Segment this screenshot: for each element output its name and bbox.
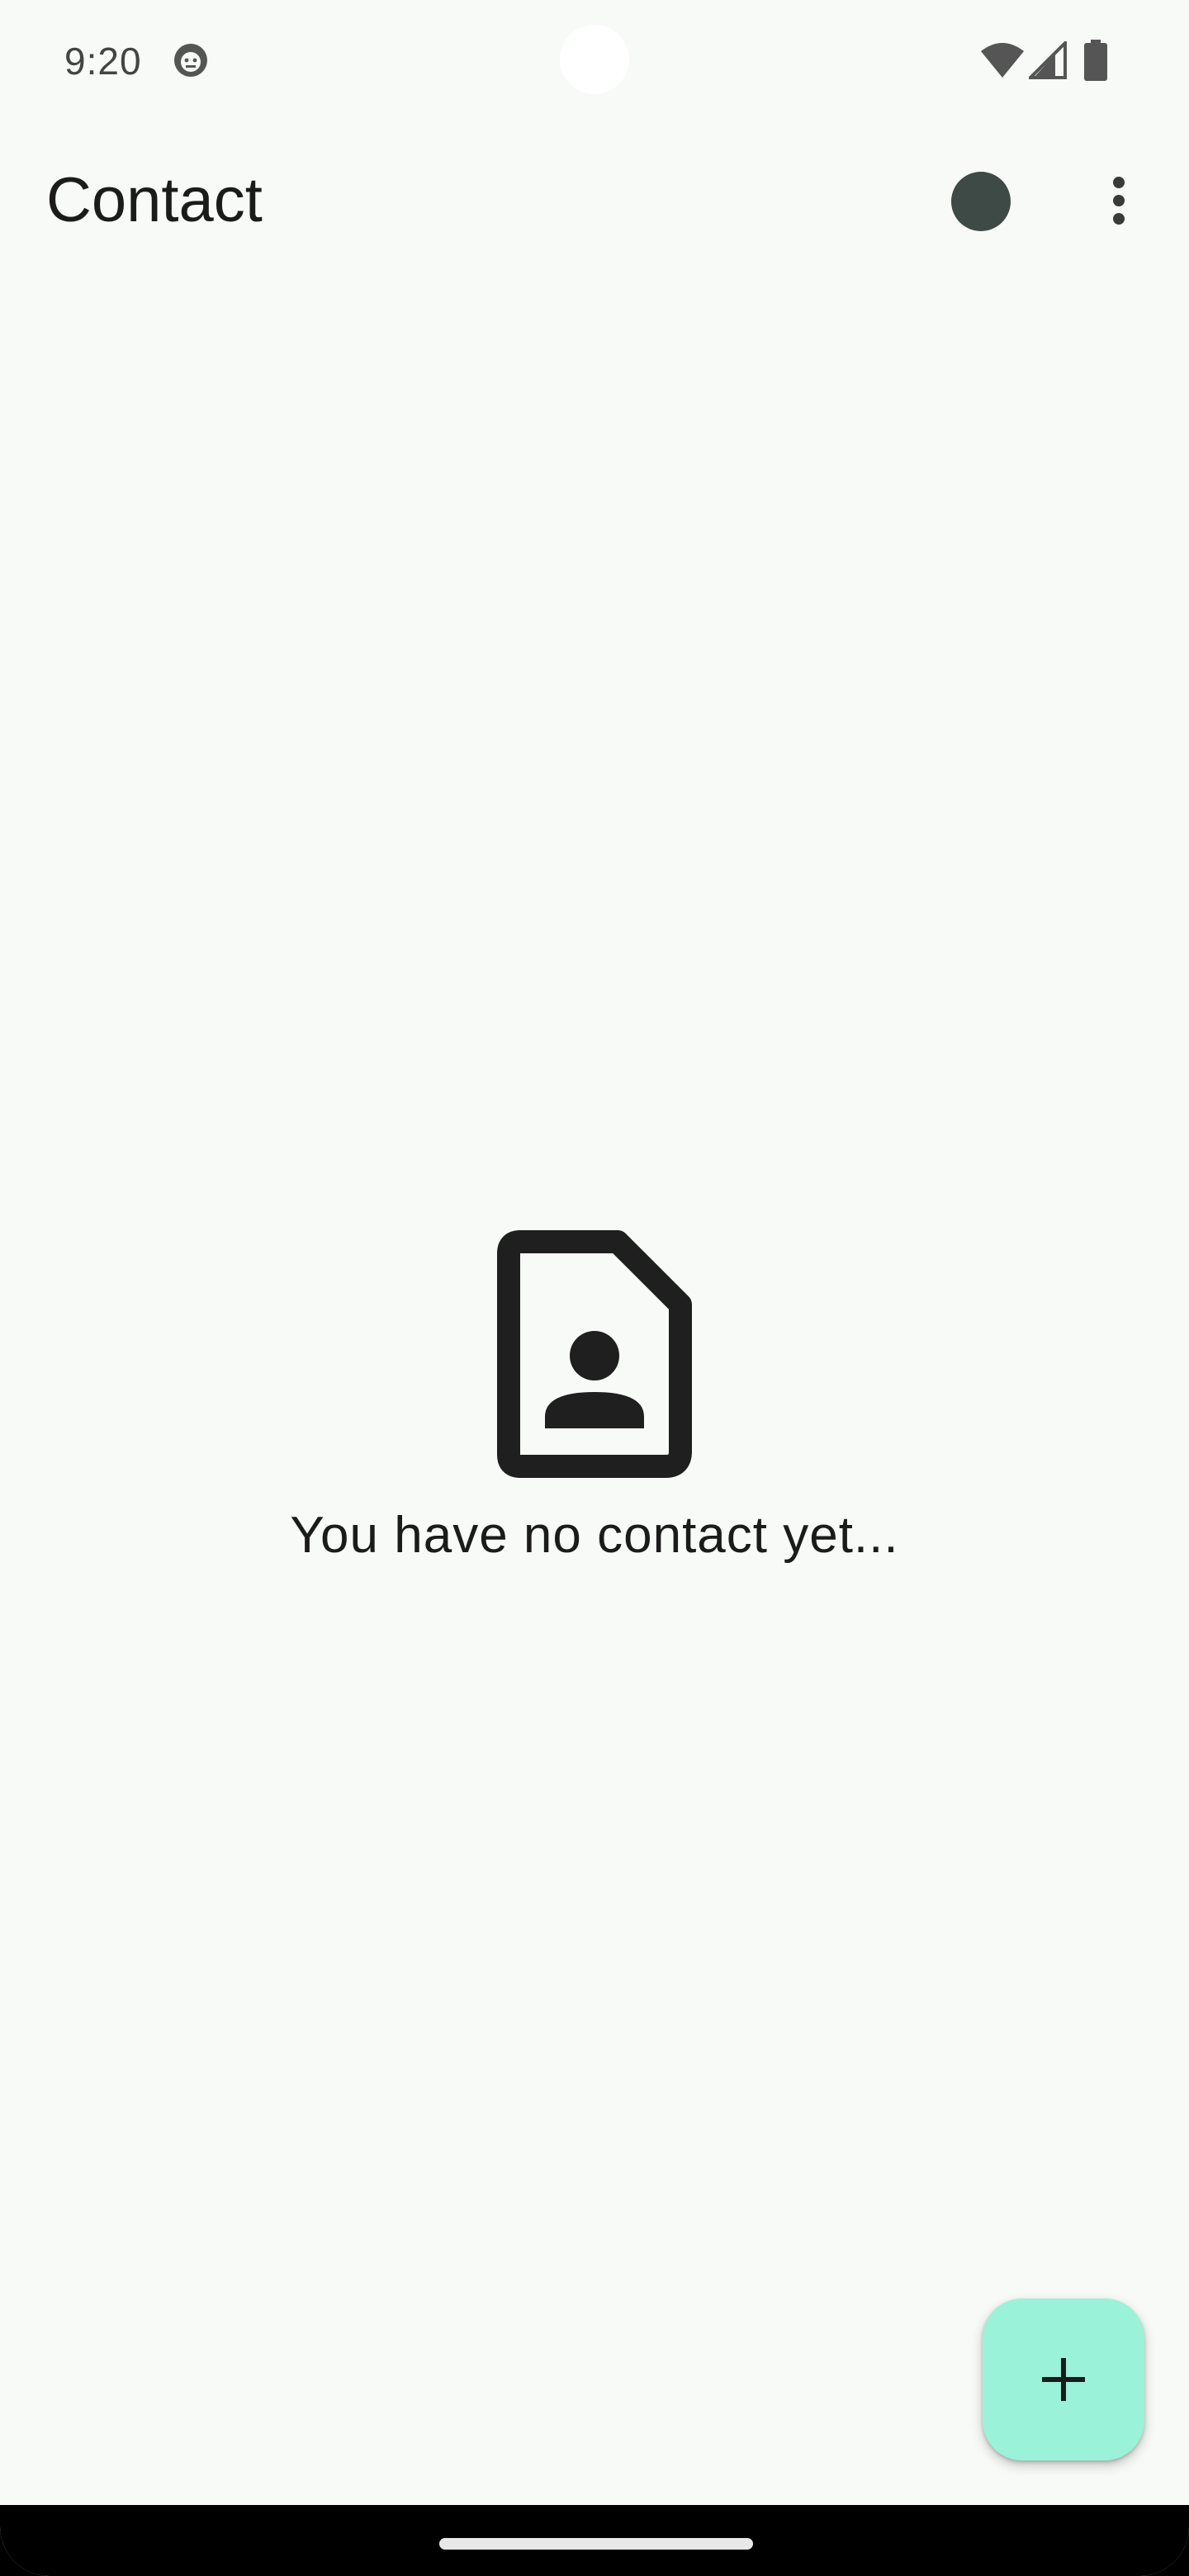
app-screen: 9:20 Contact You have no contact yet... — [0, 0, 1189, 2576]
empty-state: You have no contact yet... — [0, 1230, 1189, 1577]
page-title: Contact — [46, 165, 263, 235]
cell-signal-icon — [1029, 41, 1067, 79]
avatar[interactable] — [951, 172, 1011, 231]
more-options-button[interactable] — [1095, 165, 1144, 236]
empty-state-message: You have no contact yet... — [290, 1507, 899, 1564]
contact-page-icon — [497, 1230, 692, 1478]
more-vert-icon-dot — [1113, 195, 1125, 206]
camera-cutout — [560, 25, 629, 94]
status-time: 9:20 — [64, 40, 142, 83]
battery-full-icon — [1084, 40, 1107, 81]
wifi-icon — [981, 43, 1024, 78]
plus-icon — [1042, 2358, 1085, 2401]
status-bar: 9:20 — [0, 0, 1189, 124]
more-vert-icon — [1113, 177, 1125, 188]
top-app-bar: Contact — [0, 140, 1189, 256]
system-navigation-bar — [0, 2505, 1189, 2576]
home-gesture-handle[interactable] — [439, 2538, 753, 2550]
more-vert-icon-dot — [1113, 213, 1125, 225]
android-debug-icon — [174, 44, 207, 77]
add-contact-button[interactable] — [983, 2299, 1144, 2460]
